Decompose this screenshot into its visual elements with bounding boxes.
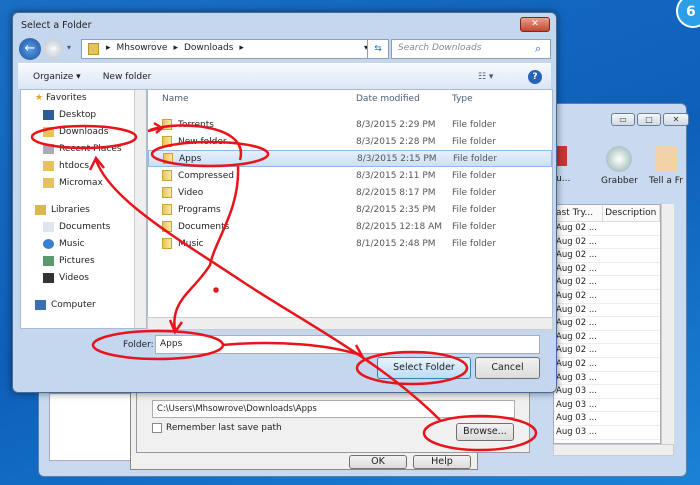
annotation-ellipse-apps [150,140,270,168]
annotation-dot [213,287,219,293]
annotation-arrow-to-downloads [88,155,441,421]
annotation-ellipse-browse [422,414,538,452]
annotation-ellipse-select-folder [355,350,469,386]
annotation-arrow-to-folder [168,165,240,335]
annotation-ellipse-downloads [30,124,138,150]
annotation-ellipse-folder [91,329,225,361]
red-annotations [30,121,538,452]
annotation-arrow-to-select [221,341,366,359]
